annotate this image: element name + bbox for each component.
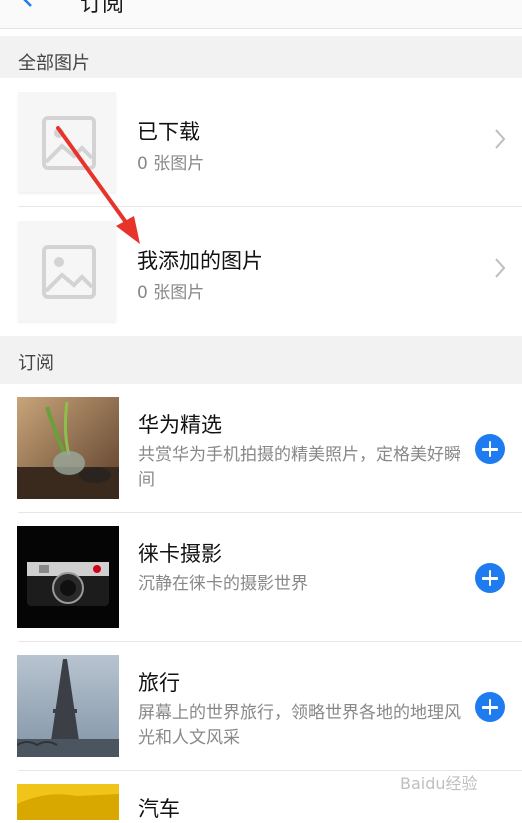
section-label: 订阅	[18, 353, 54, 374]
image-placeholder-icon	[42, 116, 96, 170]
back-arrow-icon[interactable]	[18, 0, 38, 8]
album-title: 已下载	[137, 120, 200, 144]
subscription-title: 华为精选	[138, 413, 222, 437]
subscription-item-leica[interactable]: 徕卡摄影 沉静在徕卡的摄影世界	[0, 513, 522, 642]
chevron-right-icon	[495, 258, 506, 278]
album-thumbnail	[18, 221, 116, 321]
page-title: 订阅	[80, 0, 125, 17]
subscription-thumbnail	[17, 397, 119, 499]
add-subscription-button[interactable]	[475, 563, 505, 593]
subscription-thumbnail	[17, 655, 119, 757]
app-header: 订阅	[0, 0, 522, 29]
subscription-title: 徕卡摄影	[138, 542, 222, 566]
subscription-description: 共赏华为手机拍摄的精美照片，定格美好瞬间	[138, 445, 461, 490]
section-header-subscriptions: 订阅	[0, 336, 522, 384]
album-title: 我添加的图片	[137, 249, 263, 273]
subscription-item-travel[interactable]: 旅行 屏幕上的世界旅行，领略世界各地的地理风光和人文风采	[0, 642, 522, 771]
subscription-thumbnail	[17, 526, 119, 628]
add-subscription-button[interactable]	[475, 692, 505, 722]
subscription-title: 汽车	[138, 797, 180, 821]
album-row-my-added[interactable]: 我添加的图片 0 张图片	[0, 207, 522, 336]
subscription-description: 屏幕上的世界旅行，领略世界各地的地理风光和人文风采	[138, 703, 461, 748]
album-row-downloaded[interactable]: 已下载 0 张图片	[0, 78, 522, 207]
subscription-thumbnail	[17, 784, 119, 820]
subscription-description: 沉静在徕卡的摄影世界	[138, 574, 308, 594]
album-thumbnail	[18, 92, 116, 192]
add-subscription-button[interactable]	[475, 434, 505, 464]
image-placeholder-icon	[42, 245, 96, 299]
album-count: 0 张图片	[137, 283, 205, 303]
watermark: Baidu经验	[400, 774, 478, 793]
section-label: 全部图片	[18, 53, 90, 74]
subscription-title: 旅行	[138, 671, 180, 695]
subscription-item-huawei-picks[interactable]: 华为精选 共赏华为手机拍摄的精美照片，定格美好瞬间	[0, 384, 522, 513]
section-header-all-pictures: 全部图片	[0, 36, 522, 84]
album-count: 0 张图片	[137, 154, 205, 174]
chevron-right-icon	[495, 129, 506, 149]
